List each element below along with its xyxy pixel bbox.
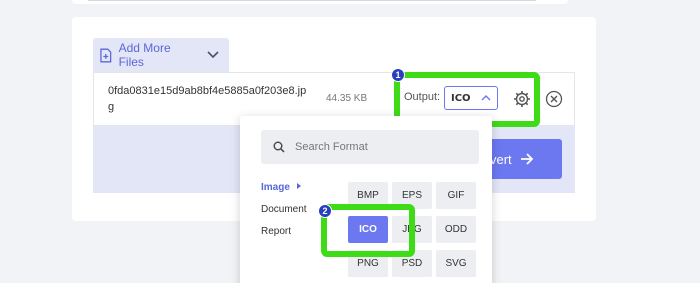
add-files-bar: Add More Files xyxy=(93,38,229,72)
converter-page: Add More Files 0fda0831e15d9ab8bf4e5885a… xyxy=(0,0,700,283)
format-option-svg[interactable]: SVG xyxy=(436,250,476,277)
add-file-icon xyxy=(100,48,112,62)
arrow-right-icon xyxy=(520,153,533,165)
category-report[interactable]: Report xyxy=(261,226,291,237)
step-badge-1: 1 xyxy=(391,68,405,82)
format-option-odd[interactable]: ODD xyxy=(436,216,476,243)
step-badge-2: 2 xyxy=(318,204,332,218)
search-icon xyxy=(273,141,285,153)
convert-label: vert xyxy=(490,151,512,167)
search-format-input[interactable]: Search Format xyxy=(261,130,479,164)
divider xyxy=(88,0,536,1)
add-more-files-label: Add More Files xyxy=(118,41,171,69)
file-name: 0fda0831e15d9ab8bf4e5885a0f203e8.jpg xyxy=(108,85,307,113)
ico-highlight-box xyxy=(321,204,415,257)
format-dropdown: Search Format Image Document Report BMP … xyxy=(240,116,492,283)
category-document[interactable]: Document xyxy=(261,204,307,215)
caret-right-icon xyxy=(297,183,301,189)
format-option-gif[interactable]: GIF xyxy=(436,182,476,209)
search-format-placeholder: Search Format xyxy=(295,141,368,153)
add-more-files-button[interactable]: Add More Files xyxy=(93,38,197,72)
add-files-dropdown-toggle[interactable] xyxy=(197,38,229,72)
category-image[interactable]: Image xyxy=(261,182,290,193)
file-size: 44.35 KB xyxy=(326,93,368,104)
chevron-down-icon xyxy=(207,51,219,59)
close-icon[interactable] xyxy=(545,90,563,108)
